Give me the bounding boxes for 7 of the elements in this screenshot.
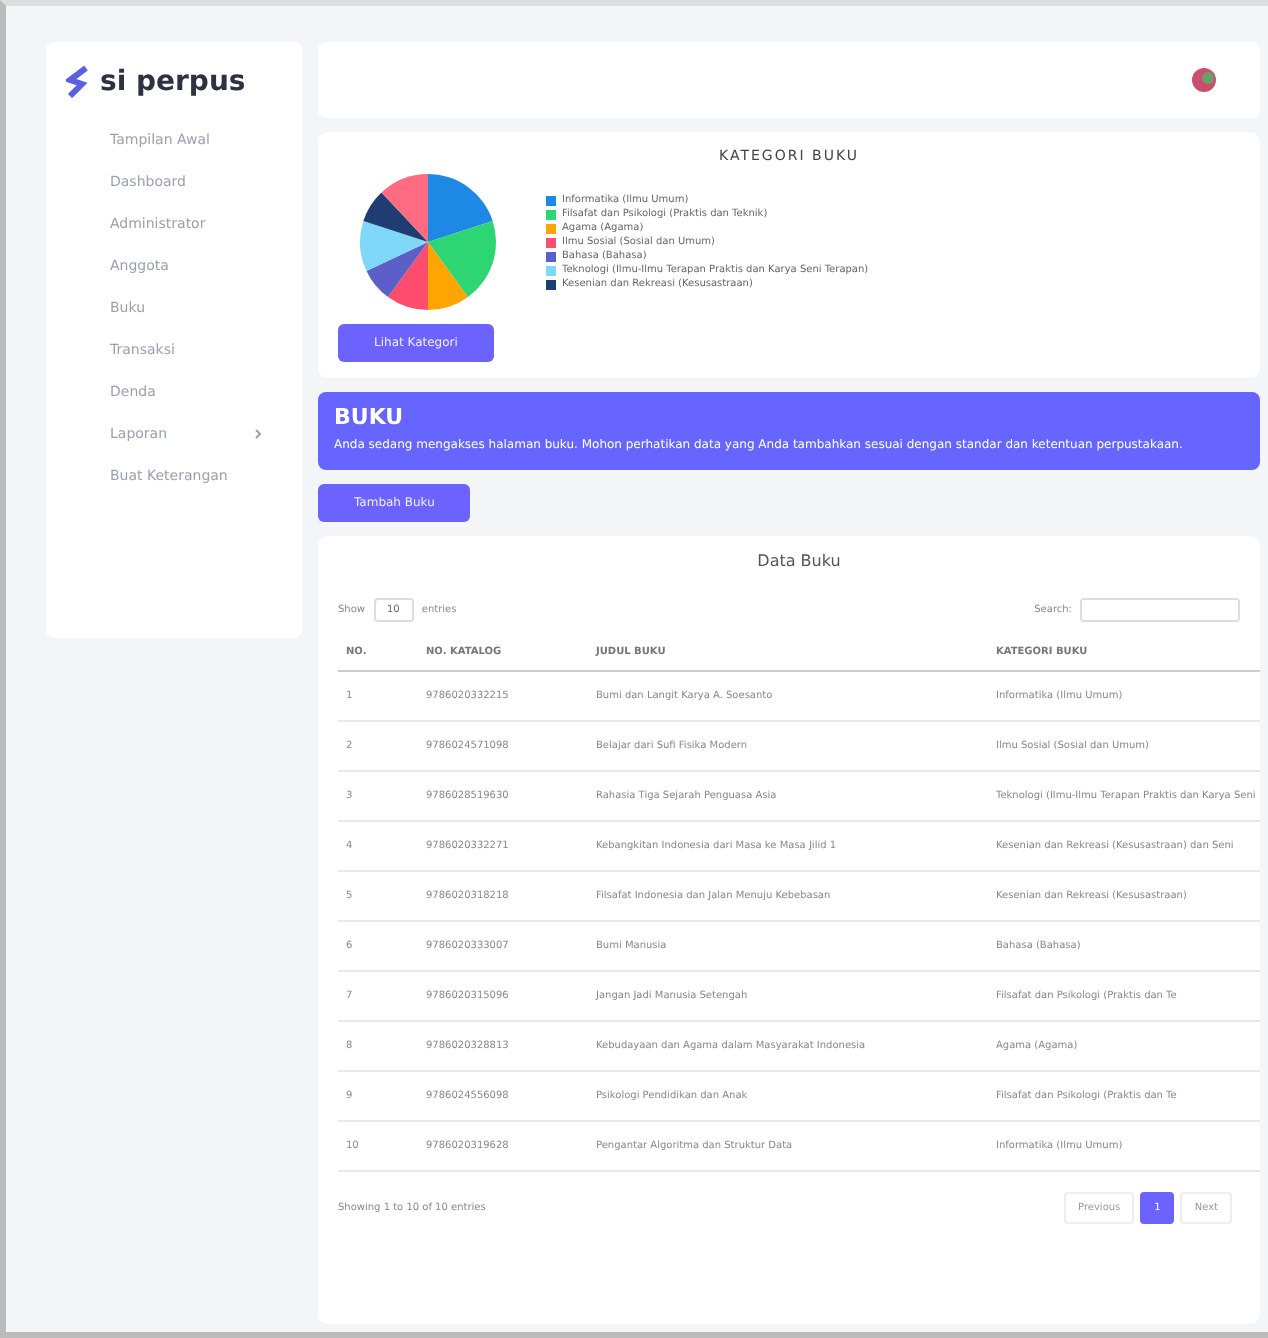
pie-chart-drawing [358, 172, 498, 312]
table-title: Data Buku [755, 552, 843, 570]
banner-title: BUKU [334, 404, 406, 430]
avatar-icon[interactable] [1192, 68, 1216, 92]
app-logo: si perpus [100, 66, 246, 98]
logo-icon [66, 66, 90, 98]
search-field[interactable] [1080, 598, 1240, 622]
